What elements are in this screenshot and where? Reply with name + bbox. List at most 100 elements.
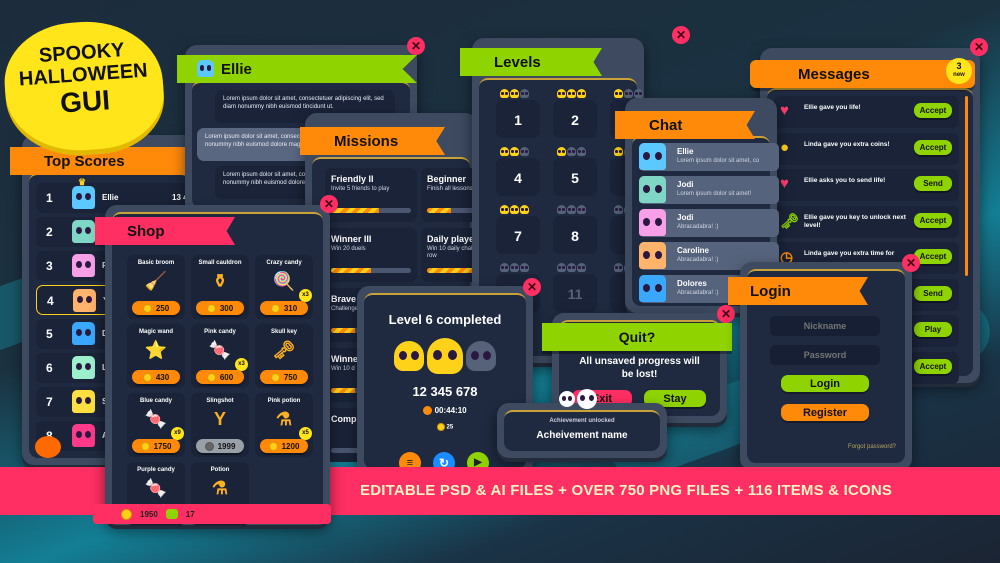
chat-contact[interactable]: Jodi Lorem ipsum dolor sit amet!: [639, 176, 779, 204]
item-price: 1999: [217, 441, 236, 451]
level-skulls: [500, 263, 529, 272]
avatar: [639, 275, 666, 302]
register-button[interactable]: Register: [781, 404, 869, 421]
badge-count: 3: [956, 61, 962, 71]
shop-item[interactable]: Blue candy 🍬 x9 1750: [127, 393, 185, 457]
level-button[interactable]: 1: [496, 89, 540, 138]
skull-icon: [624, 89, 633, 98]
shop-item[interactable]: Pink potion ⚗ x5 1200: [255, 393, 313, 457]
shop-item[interactable]: Basic broom 🧹 250: [127, 255, 185, 319]
skull-icon: [614, 205, 623, 214]
chat-title: Chat: [615, 111, 755, 139]
broom-icon: 🧹: [144, 271, 168, 291]
level-button[interactable]: 11: [553, 263, 597, 312]
mission-card[interactable]: Friendly II Invite 5 friends to play: [325, 168, 417, 222]
skull-icon: [567, 147, 576, 156]
level-complete-title: Level 6 completed: [388, 312, 502, 327]
password-input[interactable]: [770, 345, 880, 365]
skull-icon: [520, 205, 529, 214]
avatar: [72, 186, 95, 209]
close-button[interactable]: ✕: [717, 305, 735, 323]
achievement-label: Achievement unlocked: [549, 418, 615, 424]
skull-icon: [634, 89, 643, 98]
badge-label: new: [953, 72, 965, 78]
skull-icon: [557, 263, 566, 272]
buy-button[interactable]: 300: [196, 301, 244, 315]
chat-contact[interactable]: Jodi Abracadabra! :): [639, 209, 779, 237]
level-number: 2: [571, 112, 579, 128]
message-text: Ellie asks you to send life!: [804, 177, 886, 184]
buy-button[interactable]: 600: [196, 370, 244, 384]
shop-item[interactable]: Crazy candy 🍭 x3 310: [255, 255, 313, 319]
buy-button[interactable]: 750: [260, 370, 308, 384]
level-number: 8: [571, 228, 579, 244]
pumpkin-icon: [35, 436, 61, 458]
close-button[interactable]: ✕: [320, 195, 338, 213]
avatar: [72, 220, 95, 243]
close-button[interactable]: ✕: [672, 26, 690, 44]
missions-title: Missions: [300, 127, 445, 155]
message-action-button[interactable]: Play: [914, 322, 952, 337]
avatar: [73, 289, 96, 312]
message-action-button[interactable]: Accept: [914, 358, 952, 374]
message-action-button[interactable]: Accept: [914, 103, 952, 118]
message-action-button[interactable]: Accept: [914, 139, 952, 155]
buy-button[interactable]: 430: [132, 370, 180, 384]
level-button[interactable]: 7: [496, 205, 540, 254]
level-button[interactable]: 2: [553, 89, 597, 138]
skull-icon: [500, 147, 509, 156]
currency-bar: 1950 17: [93, 504, 331, 524]
buy-button[interactable]: 1750: [132, 439, 180, 453]
message-action-button[interactable]: Accept: [914, 212, 952, 228]
login-button[interactable]: Login: [781, 375, 869, 392]
coin-icon: ●: [780, 138, 790, 156]
message-action-button[interactable]: Send: [914, 176, 952, 191]
coin-icon: [436, 423, 445, 431]
mission-desc: Invite 5 friends to play: [331, 186, 390, 192]
coin-icon: [270, 303, 280, 313]
item-name: Pink potion: [267, 398, 301, 404]
item-price: 430: [155, 372, 170, 382]
close-button[interactable]: ✕: [902, 254, 920, 272]
level-button[interactable]: 5: [553, 147, 597, 196]
last-message: Lorem ipsum dolor sit amet!: [677, 191, 752, 197]
close-button[interactable]: ✕: [970, 38, 988, 56]
message-item: ♥ Ellie asks you to send life! Send: [774, 169, 959, 201]
shop-panel: Shop Basic broom 🧹 250 Small cauldron ⚱ …: [93, 195, 338, 526]
avatar: [72, 356, 95, 379]
slingshot-icon: Y: [213, 409, 226, 429]
coin-icon: [206, 303, 216, 313]
level-button[interactable]: 8: [553, 205, 597, 254]
buy-button[interactable]: 310: [260, 301, 308, 315]
coin-icon: [142, 303, 152, 313]
shop-item[interactable]: Small cauldron ⚱ 300: [191, 255, 249, 319]
login-panel: Login Login Register Forgot password? ✕: [728, 254, 920, 470]
buy-button[interactable]: 1200: [260, 439, 308, 453]
shop-item[interactable]: Magic wand ⭐ 430: [127, 324, 185, 388]
close-button[interactable]: ✕: [407, 37, 425, 55]
shop-item[interactable]: Pink candy 🍬 x3 600: [191, 324, 249, 388]
achievement-name: Acheivement name: [536, 430, 628, 441]
forgot-password-link[interactable]: Forgot password?: [848, 444, 896, 450]
coin-icon: [142, 372, 152, 382]
close-button[interactable]: ✕: [523, 278, 541, 296]
message-item: ♥ Ellie gave you life! Accept: [774, 96, 959, 128]
skull-icon: [567, 263, 576, 272]
quit-title: Quit?: [542, 323, 732, 351]
avatar: [72, 322, 95, 345]
message-action-button[interactable]: Send: [914, 285, 952, 301]
level-button[interactable]: 4: [496, 147, 540, 196]
shop-item[interactable]: Skull key 🗝 750: [255, 324, 313, 388]
skull-icon: [559, 391, 575, 407]
mission-card[interactable]: Winner III Win 20 duels: [325, 228, 417, 282]
shop-item[interactable]: Slingshot Y 1999: [191, 393, 249, 457]
scrollbar[interactable]: [965, 96, 968, 276]
rank: 2: [46, 225, 53, 239]
buy-button[interactable]: 250: [132, 301, 180, 315]
cauldron-icon: ⚱: [212, 271, 228, 291]
nickname-input[interactable]: [770, 316, 880, 336]
skull-icon: [500, 89, 509, 98]
levels-title: Levels: [460, 48, 602, 76]
chat-contact[interactable]: Ellie Lorem ipsum dolor sit amet, co: [639, 143, 779, 171]
buy-button[interactable]: 1999: [196, 439, 244, 453]
